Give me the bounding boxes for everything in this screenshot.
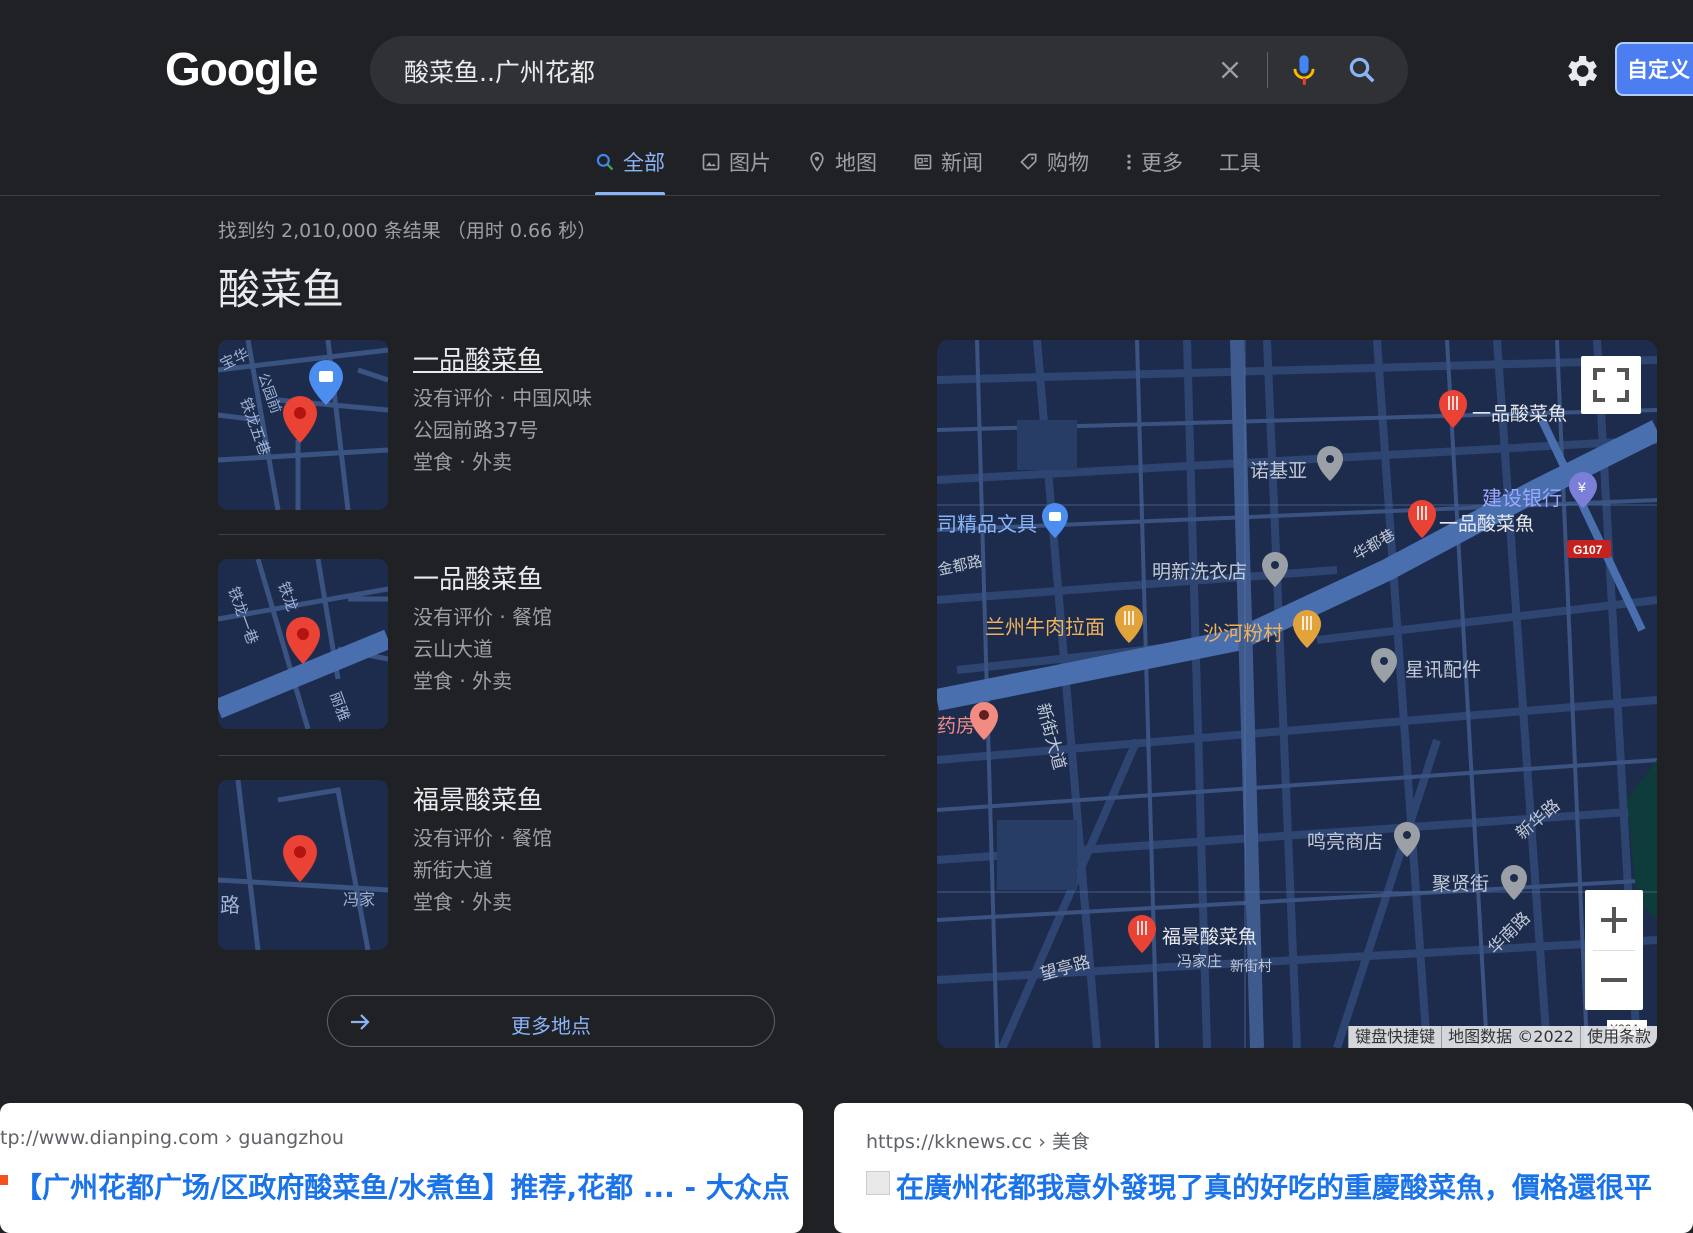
map-label: 聚贤街 (1432, 873, 1489, 895)
search-icon (596, 153, 614, 171)
thumb-street-label: 冯家 (343, 891, 375, 909)
place-service: 堂食 · 外卖 (413, 450, 513, 474)
svg-text:¥: ¥ (1577, 479, 1586, 495)
place-address: 公园前路37号 (413, 418, 539, 442)
tab-label: 更多 (1141, 151, 1183, 175)
place-address: 云山大道 (413, 637, 493, 661)
tab-all[interactable]: 全部 (595, 140, 665, 196)
tab-label: 工具 (1219, 151, 1261, 175)
map-view[interactable]: 一品酸菜魚 诺基亚 ¥ 建设银行 一品酸菜魚 司精品文具 明新洗衣店 兰州牛肉拉… (937, 340, 1657, 1048)
terms-link[interactable]: 使用条款 (1579, 1026, 1657, 1048)
place-service: 堂食 · 外卖 (413, 890, 513, 914)
image-icon (702, 153, 720, 171)
map-label: 一品酸菜魚 (1472, 403, 1567, 425)
place-separator (218, 755, 886, 756)
minus-icon (1601, 978, 1627, 982)
header-divider (0, 195, 1660, 196)
map-label: 一品酸菜魚 (1439, 513, 1534, 535)
result-url[interactable]: https://kknews.cc › 美食 (866, 1127, 1090, 1154)
favicon-icon (866, 1171, 890, 1195)
search-input[interactable] (402, 36, 1186, 106)
tab-label: 全部 (623, 151, 665, 175)
map-attribution: 键盘快捷键 地图数据 ©2022 使用条款 (1348, 1026, 1657, 1048)
result-card[interactable]: https://kknews.cc › 美食 在廣州花都我意外發現了真的好吃的重… (834, 1103, 1693, 1233)
customize-button[interactable]: 自定义 (1615, 42, 1693, 96)
place-name[interactable]: 一品酸菜鱼 (413, 340, 543, 377)
tab-news[interactable]: 新闻 (913, 140, 983, 184)
highway-shield: G107 (1573, 543, 1603, 557)
map-label: 明新洗衣店 (1152, 561, 1247, 583)
map-label: 司精品文具 (937, 513, 1037, 536)
local-results-heading: 酸菜鱼 (218, 265, 345, 314)
keyboard-shortcuts-link[interactable]: 键盘快捷键 (1348, 1026, 1441, 1048)
map-canvas[interactable]: 一品酸菜魚 诺基亚 ¥ 建设银行 一品酸菜魚 司精品文具 明新洗衣店 兰州牛肉拉… (937, 340, 1657, 1048)
thumb-street-label: 路 (220, 894, 240, 917)
map-label: 诺基亚 (1250, 460, 1307, 482)
plus-icon (1601, 907, 1627, 933)
search-icon[interactable] (1342, 50, 1382, 90)
place-name[interactable]: 一品酸菜鱼 (413, 559, 543, 596)
more-places-label: 更多地点 (511, 1014, 591, 1038)
tab-more[interactable]: 更多 (1125, 140, 1183, 184)
tab-shopping[interactable]: 购物 (1019, 140, 1089, 184)
map-pin-icon (810, 151, 824, 172)
tab-label: 地图 (835, 151, 877, 175)
place-thumbnail[interactable]: 路 冯家 (218, 780, 388, 950)
map-label: 兰州牛肉拉面 (985, 616, 1105, 639)
result-card[interactable]: tp://www.dianping.com › guangzhou 【广州花都广… (0, 1103, 803, 1233)
zoom-in-button[interactable] (1585, 890, 1643, 950)
place-rating: 没有评价 · 餐馆 (413, 605, 553, 629)
favicon-icon (0, 1175, 8, 1185)
zoom-out-button[interactable] (1585, 950, 1643, 1010)
news-icon (914, 154, 932, 170)
more-vert-icon (1127, 154, 1131, 170)
place-rating: 没有评价 · 中国风味 (413, 386, 593, 410)
place-card[interactable]: 铁龙一巷 铁龙 丽雅 一品酸菜鱼 没有评价 · 餐馆 云山大道 堂食 · 外卖 (218, 559, 886, 779)
microphone-icon[interactable] (1284, 50, 1324, 90)
place-rating: 没有评价 · 餐馆 (413, 826, 553, 850)
place-card[interactable]: 宝华 公园前 铁龙五巷 一品酸菜鱼 没有评价 · 中国风味 公园前路37号 堂食… (218, 340, 886, 560)
more-places-button[interactable]: 更多地点 (327, 995, 775, 1047)
map-label: 星讯配件 (1405, 659, 1481, 681)
tab-maps[interactable]: 地图 (807, 140, 877, 184)
result-title[interactable]: 【广州花都广场/区政府酸菜鱼/水煮鱼】推荐,花都 ... - 大众点 (14, 1166, 790, 1206)
fullscreen-icon (1593, 368, 1629, 402)
place-name[interactable]: 福景酸菜鱼 (413, 780, 543, 817)
tab-label: 图片 (729, 151, 771, 175)
map-label: 新街村 (1230, 958, 1272, 974)
map-label: 沙河粉村 (1203, 622, 1283, 645)
result-stats: 找到约 2,010,000 条结果 （用时 0.66 秒） (218, 220, 597, 242)
tab-label: 新闻 (941, 151, 983, 175)
place-service: 堂食 · 外卖 (413, 669, 513, 693)
search-box[interactable] (370, 36, 1408, 106)
result-title[interactable]: 在廣州花都我意外發現了真的好吃的重慶酸菜魚，價格還很平 (896, 1166, 1652, 1206)
search-divider (1267, 52, 1268, 88)
place-thumbnail[interactable]: 铁龙一巷 铁龙 丽雅 (218, 559, 388, 729)
tab-label: 购物 (1047, 151, 1089, 175)
map-label: 药房 (937, 715, 975, 737)
place-address: 新街大道 (413, 858, 493, 882)
result-url[interactable]: tp://www.dianping.com › guangzhou (0, 1127, 344, 1149)
search-tabs: 全部 图片 地图 新闻 购物 更多 工具 (595, 140, 1297, 196)
map-label: 福景酸菜魚 (1162, 926, 1257, 948)
map-data-credit: 地图数据 ©2022 (1441, 1026, 1580, 1048)
google-logo[interactable]: Google (165, 42, 318, 96)
tag-icon (1020, 153, 1037, 170)
map-label: 建设银行 (1482, 487, 1562, 510)
zoom-control (1585, 890, 1643, 1010)
tab-images[interactable]: 图片 (701, 140, 771, 184)
map-label: 鸣亮商店 (1307, 831, 1383, 853)
clear-icon[interactable] (1210, 50, 1250, 90)
map-label: 冯家庄 (1177, 952, 1222, 970)
place-card[interactable]: 路 冯家 福景酸菜鱼 没有评价 · 餐馆 新街大道 堂食 · 外卖 (218, 780, 886, 1000)
place-thumbnail[interactable]: 宝华 公园前 铁龙五巷 (218, 340, 388, 510)
settings-gear-icon[interactable] (1561, 51, 1601, 91)
fullscreen-button[interactable] (1581, 356, 1641, 414)
place-separator (218, 534, 886, 535)
tab-tools[interactable]: 工具 (1219, 140, 1261, 184)
